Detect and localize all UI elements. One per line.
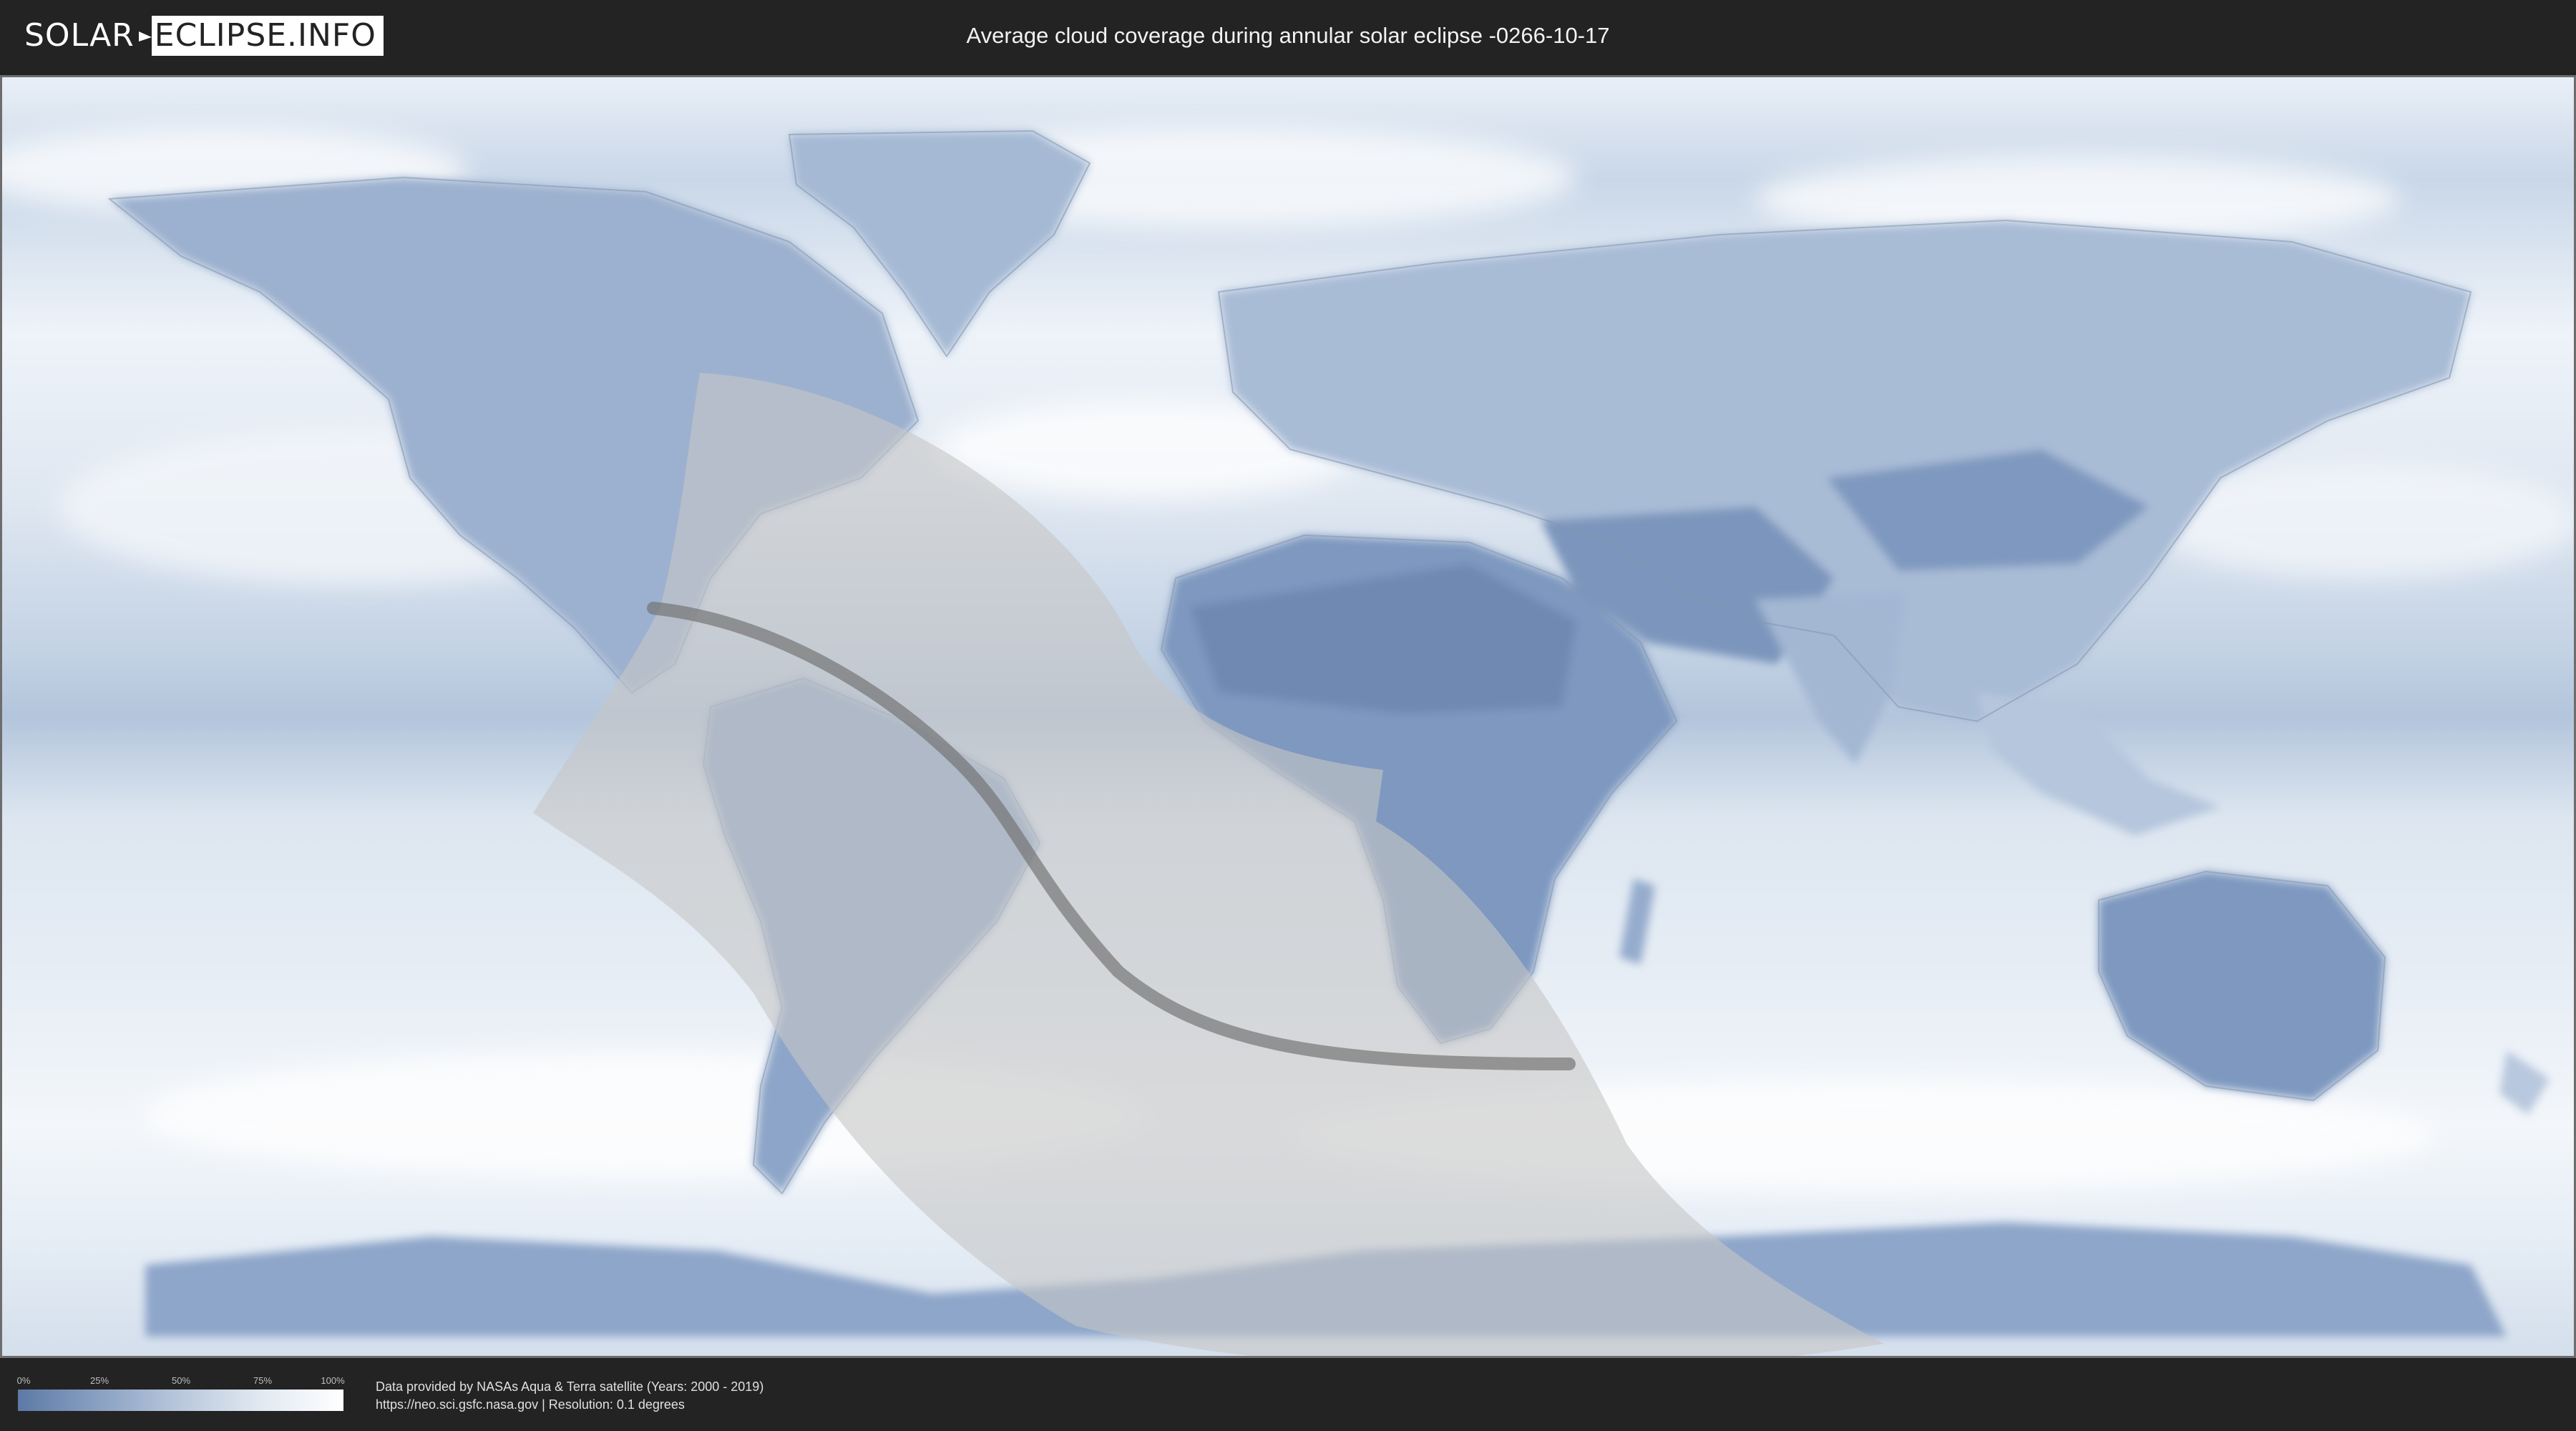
map-frame — [0, 75, 2576, 1358]
data-attribution: Data provided by NASAs Aqua & Terra sate… — [376, 1378, 763, 1414]
header-bar: SOLAR ECLIPSE.INFO Average cloud coverag… — [0, 0, 2576, 72]
cloud-coverage-legend: 0% 25% 50% 75% 100% — [16, 1375, 345, 1414]
attribution-line-1: Data provided by NASAs Aqua & Terra sate… — [376, 1379, 764, 1394]
legend-color-bar — [18, 1390, 343, 1411]
legend-tick-50: 50% — [171, 1375, 191, 1386]
cloud-coverage-map[interactable] — [2, 77, 2574, 1356]
legend-tick-0: 0% — [16, 1375, 31, 1386]
page-title: Average cloud coverage during annular so… — [966, 23, 1610, 48]
legend-tick-100: 100% — [321, 1375, 345, 1386]
attribution-line-2: https://neo.sci.gsfc.nasa.gov | Resoluti… — [376, 1397, 685, 1412]
legend-tick-25: 25% — [89, 1375, 109, 1386]
legend-tick-75: 75% — [253, 1375, 273, 1386]
legend-tick-labels: 0% 25% 50% 75% 100% — [16, 1375, 345, 1388]
